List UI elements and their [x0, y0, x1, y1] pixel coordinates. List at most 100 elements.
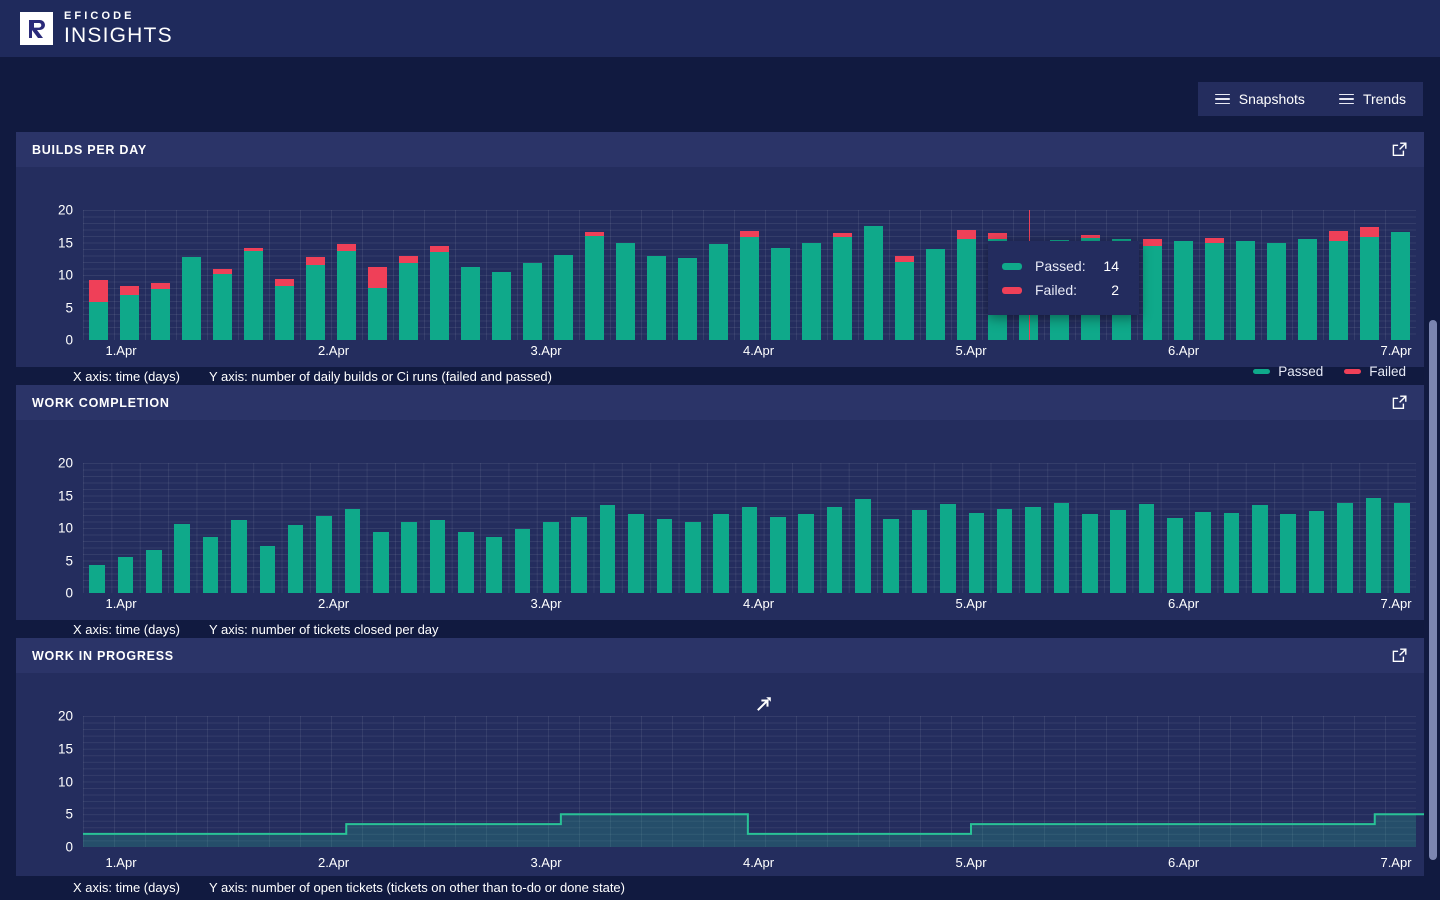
bar-column[interactable] — [269, 210, 300, 340]
bar-column[interactable] — [111, 463, 139, 593]
bar-column[interactable] — [1189, 463, 1217, 593]
bar-column[interactable] — [889, 210, 920, 340]
bar-column[interactable] — [253, 463, 281, 593]
bar-column[interactable] — [452, 463, 480, 593]
external-link-icon[interactable] — [1391, 141, 1408, 158]
bar-column[interactable] — [1161, 463, 1189, 593]
external-link-icon[interactable] — [1391, 647, 1408, 664]
bar-column[interactable] — [395, 463, 423, 593]
bar-column[interactable] — [1132, 463, 1160, 593]
x-axis-tick: 5.Apr — [955, 596, 986, 611]
bar-column[interactable] — [1076, 463, 1104, 593]
bar-column[interactable] — [951, 210, 982, 340]
bar-column[interactable] — [367, 463, 395, 593]
bar-column[interactable] — [565, 463, 593, 593]
bar-column[interactable] — [455, 210, 486, 340]
bar-column[interactable] — [1323, 210, 1354, 340]
bar-column[interactable] — [83, 210, 114, 340]
bar-column[interactable] — [650, 463, 678, 593]
bar-column[interactable] — [145, 210, 176, 340]
bar-column[interactable] — [622, 463, 650, 593]
bar-segment-passed — [685, 522, 701, 594]
bar-column[interactable] — [1331, 463, 1359, 593]
bar-column[interactable] — [168, 463, 196, 593]
legend-item-failed[interactable]: Failed — [1344, 364, 1406, 379]
bar-column[interactable] — [827, 210, 858, 340]
bar-column[interactable] — [1302, 463, 1330, 593]
bar-column[interactable] — [424, 210, 455, 340]
bar-column[interactable] — [877, 463, 905, 593]
bar-column[interactable] — [282, 463, 310, 593]
bar-segment-passed — [969, 513, 985, 593]
trends-button[interactable]: Trends — [1322, 82, 1423, 116]
external-link-icon[interactable] — [1391, 394, 1408, 411]
vertical-scrollbar-thumb[interactable] — [1429, 320, 1437, 860]
bar-column[interactable] — [962, 463, 990, 593]
bar-column[interactable] — [423, 463, 451, 593]
bar-column[interactable] — [83, 463, 111, 593]
bar-column[interactable] — [849, 463, 877, 593]
bar-column[interactable] — [1261, 210, 1292, 340]
snapshots-button[interactable]: Snapshots — [1198, 82, 1322, 116]
bar-column[interactable] — [300, 210, 331, 340]
bar-column[interactable] — [362, 210, 393, 340]
bar-column[interactable] — [703, 210, 734, 340]
bar-column[interactable] — [820, 463, 848, 593]
bar-column[interactable] — [1137, 210, 1168, 340]
bar-column[interactable] — [905, 463, 933, 593]
bar-column[interactable] — [920, 210, 951, 340]
bar-column[interactable] — [707, 463, 735, 593]
bar-column[interactable] — [140, 463, 168, 593]
bar-column[interactable] — [537, 463, 565, 593]
bar-column[interactable] — [331, 210, 362, 340]
bar-column[interactable] — [238, 210, 269, 340]
bar-column[interactable] — [735, 463, 763, 593]
bar-column[interactable] — [548, 210, 579, 340]
bar-column[interactable] — [858, 210, 889, 340]
bar-column[interactable] — [1230, 210, 1261, 340]
bar-column[interactable] — [1388, 463, 1416, 593]
bar-column[interactable] — [1359, 463, 1387, 593]
legend-item-passed[interactable]: Passed — [1253, 364, 1323, 379]
bar-segment-passed — [997, 509, 1013, 593]
bar-column[interactable] — [225, 463, 253, 593]
bar-column[interactable] — [196, 463, 224, 593]
bar-column[interactable] — [1047, 463, 1075, 593]
bar-column[interactable] — [672, 210, 703, 340]
bar-column[interactable] — [579, 210, 610, 340]
bar-column[interactable] — [1168, 210, 1199, 340]
bar-column[interactable] — [1019, 463, 1047, 593]
bar-column[interactable] — [1354, 210, 1385, 340]
brand-logo[interactable]: EFICODE INSIGHTS — [20, 11, 173, 46]
bar-column[interactable] — [734, 210, 765, 340]
bar-column[interactable] — [765, 210, 796, 340]
bar-column[interactable] — [1292, 210, 1323, 340]
bar-column[interactable] — [641, 210, 672, 340]
vertical-scrollbar-track[interactable] — [1426, 57, 1440, 900]
bar-column[interactable] — [207, 210, 238, 340]
bar-column[interactable] — [1104, 463, 1132, 593]
bar-column[interactable] — [1199, 210, 1230, 340]
bar-column[interactable] — [934, 463, 962, 593]
bar-column[interactable] — [679, 463, 707, 593]
bar-column[interactable] — [338, 463, 366, 593]
bar-column[interactable] — [480, 463, 508, 593]
bar-column[interactable] — [176, 210, 207, 340]
bar-column[interactable] — [991, 463, 1019, 593]
bar-column[interactable] — [114, 210, 145, 340]
bar-column[interactable] — [1217, 463, 1245, 593]
bar-column[interactable] — [1385, 210, 1416, 340]
bar-column[interactable] — [517, 210, 548, 340]
bar-column[interactable] — [1274, 463, 1302, 593]
bar-column[interactable] — [393, 210, 424, 340]
bar-column[interactable] — [764, 463, 792, 593]
bar-column[interactable] — [508, 463, 536, 593]
bar-column[interactable] — [792, 463, 820, 593]
bar-column[interactable] — [796, 210, 827, 340]
bar-column[interactable] — [1246, 463, 1274, 593]
bar-column[interactable] — [486, 210, 517, 340]
bar-column[interactable] — [610, 210, 641, 340]
bar-column[interactable] — [310, 463, 338, 593]
chart-legend: Passed Failed — [1253, 364, 1406, 379]
bar-column[interactable] — [593, 463, 621, 593]
